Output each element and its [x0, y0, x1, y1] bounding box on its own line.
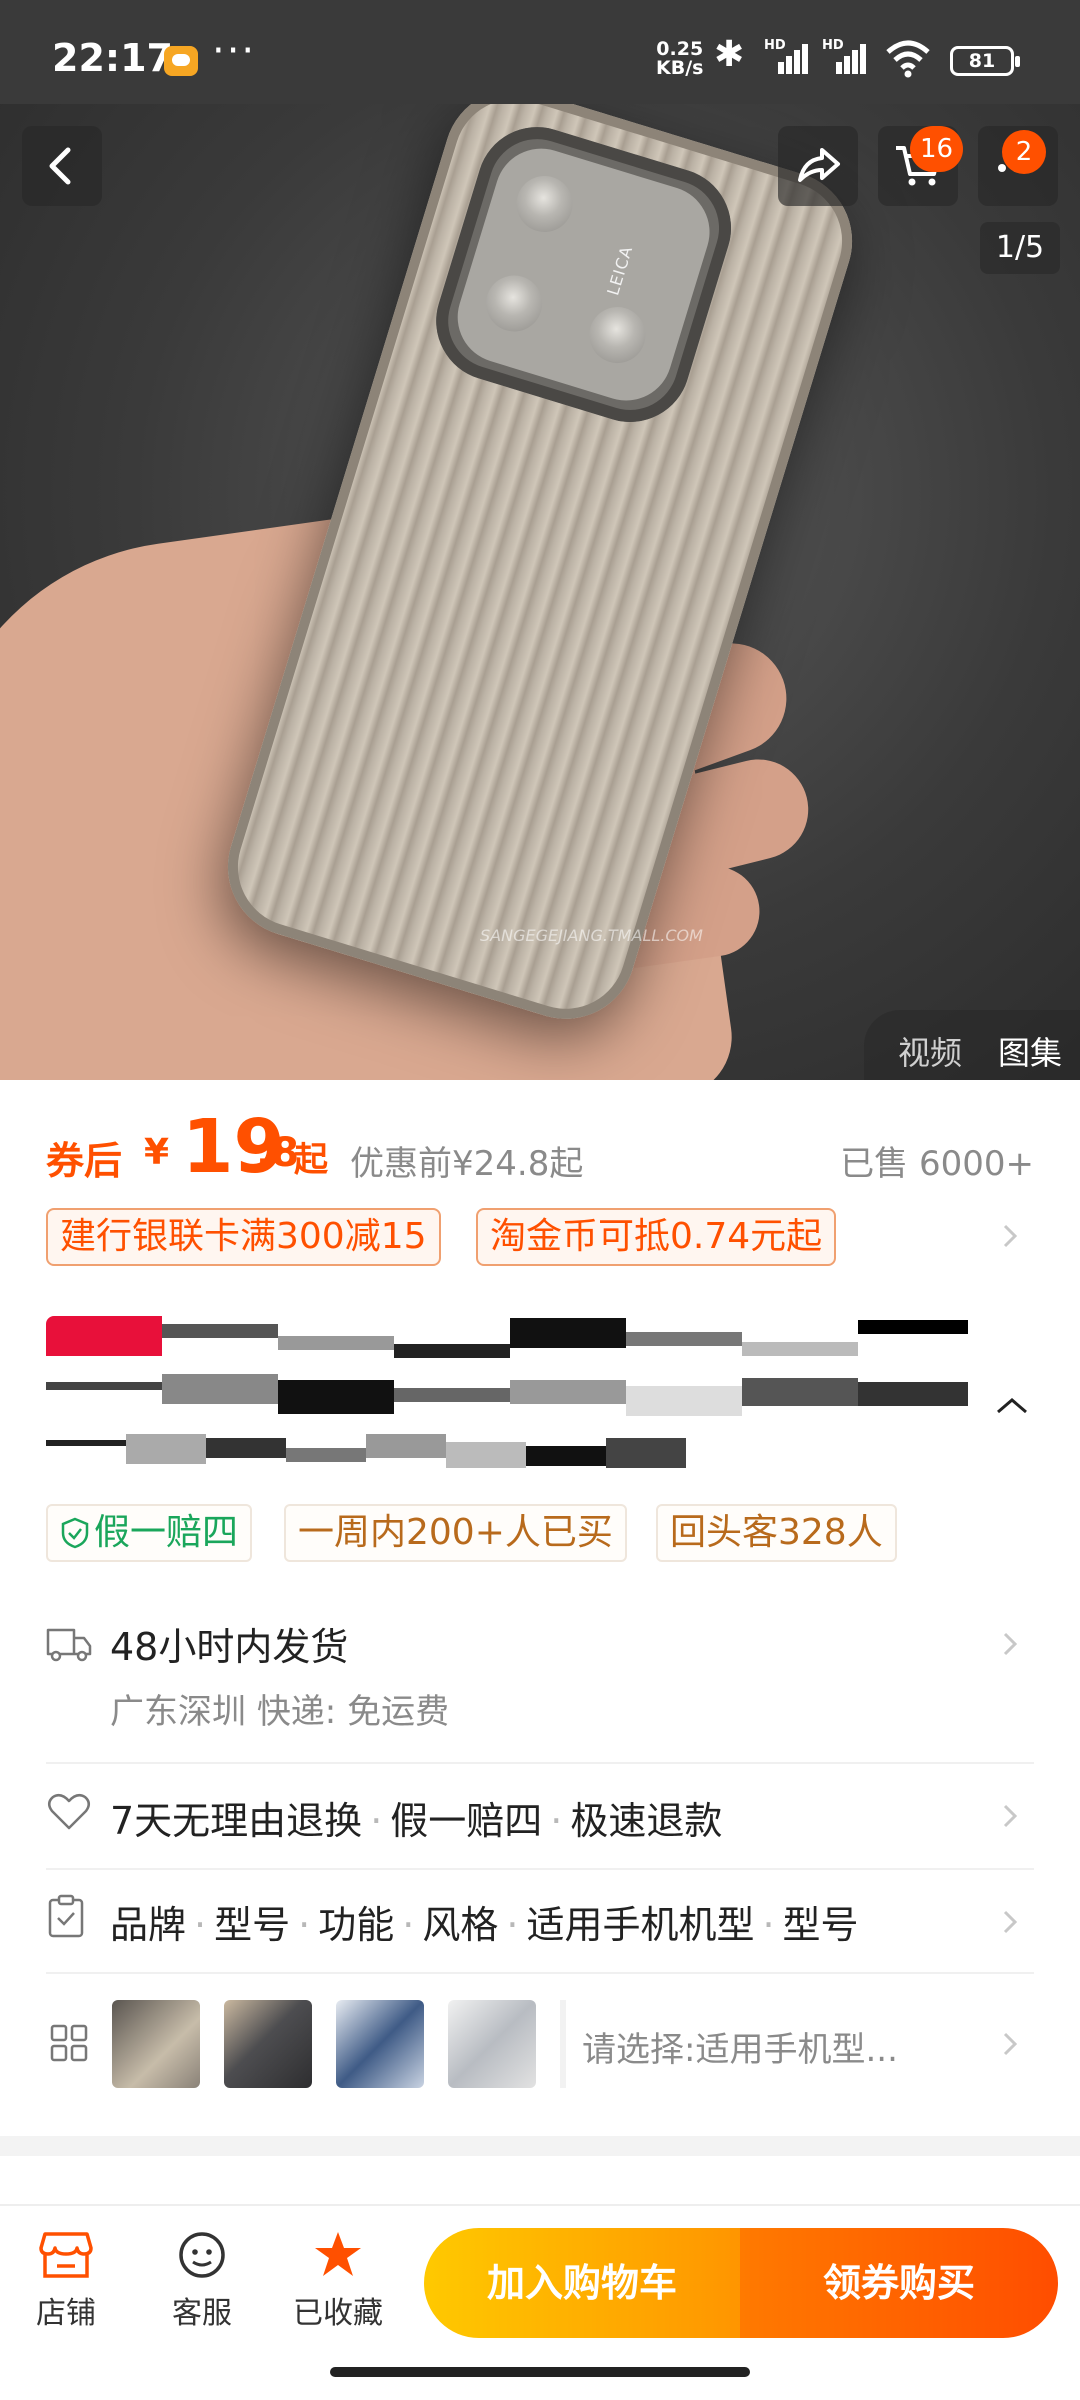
shipping-chevron-right-icon	[1003, 1632, 1018, 1656]
heart-icon	[48, 1793, 90, 1830]
sku-thumbnail[interactable]	[336, 2000, 424, 2088]
service-item: 极速退款	[570, 1799, 723, 1843]
tab-album[interactable]: 图集	[998, 1028, 1062, 1074]
star-icon	[315, 2232, 361, 2276]
network-speed: 0.25 KB/s	[656, 40, 703, 78]
add-to-cart-button[interactable]: 加入购物车	[424, 2228, 740, 2338]
shipping-express-label: 快递:	[256, 1692, 337, 1732]
cart-count-badge: 16	[910, 126, 964, 172]
service-row[interactable]: 7天无理由退换 · 假一赔四 · 极速退款	[0, 1780, 1080, 1860]
collapse-chevron-up-icon[interactable]	[992, 1392, 1032, 1420]
tag-guarantee-label: 假一赔四	[94, 1512, 239, 1553]
tag-repeat-customers: 回头客328人	[656, 1504, 897, 1562]
battery-icon: 81	[950, 46, 1020, 76]
param-item: 风格	[422, 1903, 499, 1947]
signal-icon-sim1: HD	[764, 38, 812, 74]
sku-divider	[560, 2000, 566, 2088]
buy-with-coupon-button[interactable]: 领券购买	[740, 2228, 1058, 2338]
service-item: 假一赔四	[390, 1799, 543, 1843]
param-item: 型号	[782, 1903, 859, 1947]
product-title-obscured	[46, 1310, 968, 1480]
sku-thumbnail[interactable]	[112, 2000, 200, 2088]
params-chevron-right-icon	[1003, 1910, 1018, 1934]
camera-lens	[479, 268, 550, 339]
shipping-row[interactable]: 48小时内发货 广东深圳 快递: 免运费	[0, 1600, 1080, 1750]
param-item: 型号	[214, 1903, 291, 1947]
sku-chevron-right-icon[interactable]	[996, 2030, 1024, 2058]
customer-service-button[interactable]: 客服	[152, 2230, 252, 2332]
shop-icon	[39, 2232, 93, 2278]
service-item: 7天无理由退换	[110, 1799, 363, 1843]
divider	[46, 1762, 1034, 1764]
original-price-label: 优惠前	[350, 1144, 452, 1184]
coupon-taojinbi[interactable]: 淘金币可抵0.74元起	[476, 1208, 837, 1266]
camera-module: LEICA	[421, 112, 746, 437]
signal2-hd-label: HD	[822, 38, 844, 53]
sold-count: 已售 6000+	[840, 1144, 1034, 1184]
tag-guarantee: 假一赔四	[46, 1504, 253, 1562]
tab-video[interactable]: 视频	[898, 1028, 962, 1074]
message-count-badge: 2	[1002, 130, 1046, 174]
back-button[interactable]	[22, 126, 102, 206]
original-price: 优惠前¥24.8起	[350, 1136, 583, 1185]
sku-thumbnail[interactable]	[448, 2000, 536, 2088]
share-button[interactable]	[778, 126, 858, 206]
price-section: 券后 ¥ 19 .8 起 优惠前¥24.8起 已售 6000+	[0, 1080, 1080, 1200]
param-item: 功能	[318, 1903, 395, 1947]
more-notifications-icon: ···	[212, 28, 257, 74]
currency-symbol: ¥	[144, 1132, 170, 1173]
favorite-button[interactable]: 已收藏	[288, 2230, 388, 2332]
params-list: 品牌 · 型号 · 功能 · 风格 · 适用手机机型 · 型号	[110, 1903, 859, 1947]
params-row[interactable]: 品牌 · 型号 · 功能 · 风格 · 适用手机机型 · 型号	[0, 1884, 1080, 1964]
shop-button[interactable]: 店铺	[16, 2230, 116, 2332]
coupon-chevron-right-icon[interactable]	[996, 1222, 1024, 1250]
status-time: 22:17	[52, 36, 173, 80]
status-bar: 22:17 ··· 0.25 KB/s ✱ HD HD 81	[0, 0, 1080, 104]
original-price-value: ¥24.8起	[452, 1144, 584, 1184]
sku-select-prompt[interactable]: 请选择:适用手机型...	[582, 2022, 898, 2071]
tag-weekly-buyers: 一周内200+人已买	[284, 1504, 627, 1562]
bluetooth-icon: ✱	[714, 34, 745, 75]
truck-icon	[46, 1628, 92, 1662]
sku-thumbnail[interactable]	[224, 2000, 312, 2088]
lens-brand-logo: LEICA	[603, 243, 637, 298]
service-list: 7天无理由退换 · 假一赔四 · 极速退款	[110, 1799, 723, 1843]
clipboard-icon	[48, 1894, 84, 1938]
share-icon	[798, 148, 840, 182]
section-gap	[0, 2136, 1080, 2156]
home-indicator[interactable]	[330, 2367, 750, 2377]
media-tabs: 视频 图集	[864, 1010, 1080, 1080]
image-counter: 1/5	[980, 222, 1060, 274]
product-gallery[interactable]: LEICA SANGEGEJIANG.TMALL.COM 16 2 1/5 视频…	[0, 104, 1080, 1080]
price-suffix: 起	[294, 1140, 328, 1180]
image-watermark: SANGEGEJIANG.TMALL.COM	[480, 926, 703, 945]
shield-check-icon	[61, 1517, 89, 1549]
param-item: 品牌	[110, 1903, 187, 1947]
shipping-details: 广东深圳 快递: 免运费	[110, 1684, 449, 1733]
chat-face-icon	[179, 2232, 225, 2278]
shop-label: 店铺	[36, 2296, 96, 2331]
shipping-origin: 广东深圳	[110, 1692, 246, 1732]
favorite-label: 已收藏	[293, 2296, 383, 2331]
divider	[46, 1972, 1034, 1974]
shipping-title: 48小时内发货	[110, 1625, 349, 1669]
shipping-express-value: 免运费	[347, 1692, 450, 1732]
signal-icon-sim2: HD	[822, 38, 870, 74]
network-speed-unit: KB/s	[656, 57, 704, 79]
wifi-icon	[886, 40, 930, 78]
camera-lens	[582, 300, 653, 371]
price-decimal: .8	[256, 1130, 300, 1176]
divider	[46, 1868, 1034, 1870]
price-label: 券后	[46, 1139, 123, 1183]
coupon-bank[interactable]: 建行银联卡满300减15	[46, 1208, 441, 1266]
param-item: 适用手机机型	[526, 1903, 755, 1947]
grid-icon	[50, 2024, 88, 2062]
message-notification-icon	[164, 46, 198, 76]
camera-lens	[509, 169, 580, 239]
customer-service-label: 客服	[172, 2296, 232, 2331]
signal1-hd-label: HD	[764, 38, 786, 53]
back-arrow-icon	[49, 147, 71, 185]
service-chevron-right-icon	[1003, 1804, 1018, 1828]
